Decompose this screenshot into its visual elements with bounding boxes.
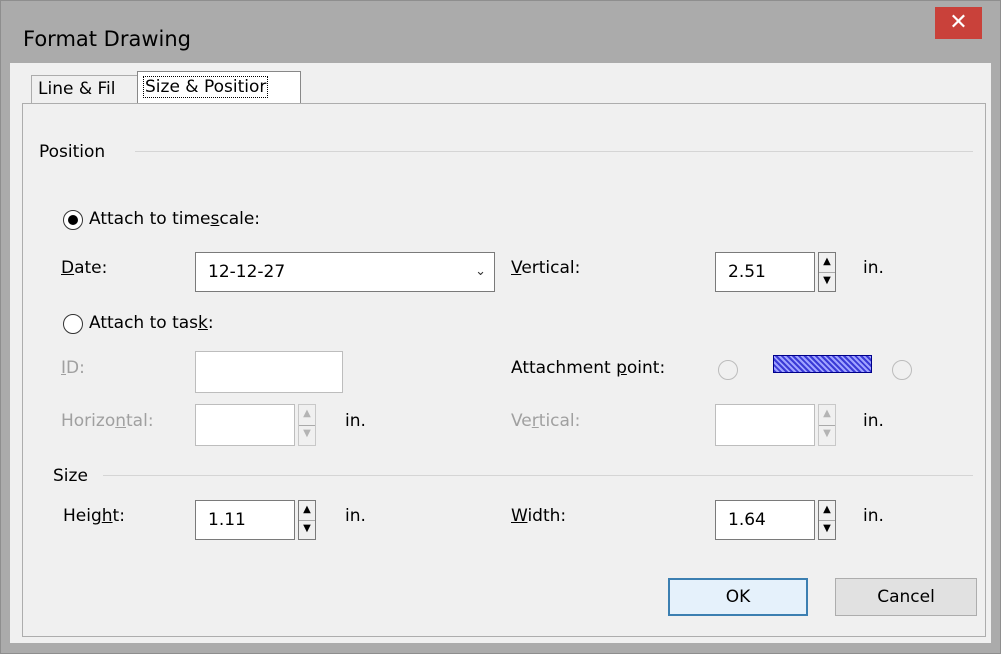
horizontal-spinner: ▲ ▼: [298, 404, 316, 446]
close-icon: ✕: [949, 10, 968, 35]
vertical-spinner[interactable]: ▲ ▼: [818, 252, 836, 292]
title-bar[interactable]: Format Drawing ✕: [1, 1, 1000, 63]
position-group-label: Position: [39, 142, 106, 162]
date-value: 12-12-27: [208, 262, 286, 282]
width-unit: in.: [863, 506, 884, 526]
attachment-point-right-radio: [892, 360, 912, 380]
height-unit: in.: [345, 506, 366, 526]
spin-up-icon[interactable]: ▲: [299, 501, 315, 521]
attachment-point-label: Attachment point:: [511, 358, 666, 378]
tab-line-fill[interactable]: Line & Fil: [31, 75, 147, 103]
vertical-task-input: [715, 404, 815, 446]
width-input[interactable]: 1.64: [715, 500, 815, 540]
dialog-title: Format Drawing: [23, 27, 191, 51]
width-spinner[interactable]: ▲ ▼: [818, 500, 836, 540]
horizontal-input: [195, 404, 295, 446]
spin-down-icon[interactable]: ▼: [819, 520, 835, 539]
attachment-shape-preview: [773, 355, 872, 373]
spin-up-icon[interactable]: ▲: [819, 253, 835, 273]
vertical-task-spinner: ▲ ▼: [818, 404, 836, 446]
attach-task-label[interactable]: Attach to task:: [89, 313, 214, 333]
id-input: [195, 351, 343, 393]
dialog-client-area: Line & Fil Size & Positior Position Atta…: [10, 63, 991, 643]
horizontal-unit: in.: [345, 411, 366, 431]
vertical-task-unit: in.: [863, 411, 884, 431]
tab-strip: Line & Fil Size & Positior: [10, 63, 991, 105]
attach-timescale-label[interactable]: Attach to timescale:: [89, 209, 260, 229]
date-label: Date:: [61, 258, 108, 278]
spin-down-icon: ▼: [823, 428, 831, 439]
attachment-point-left-radio: [718, 360, 738, 380]
close-button[interactable]: ✕: [935, 7, 982, 39]
ok-button[interactable]: OK: [668, 578, 808, 616]
spin-down-icon: ▼: [303, 428, 311, 439]
vertical-unit: in.: [863, 258, 884, 278]
tab-size-position[interactable]: Size & Positior: [137, 71, 301, 105]
tab-line-fill-label: Line & Fil: [38, 79, 116, 99]
date-dropdown[interactable]: 12-12-27 ⌄: [195, 252, 495, 292]
cancel-button[interactable]: Cancel: [835, 578, 977, 616]
height-label: Height:: [63, 506, 125, 526]
position-divider: [135, 151, 973, 152]
spin-up-icon: ▲: [299, 405, 315, 426]
horizontal-label: Horizontal:: [61, 411, 154, 431]
chevron-down-icon: ⌄: [475, 264, 486, 279]
size-position-panel: Position Attach to timescale: Date: 12-1…: [22, 103, 986, 637]
vertical-label: Vertical:: [511, 258, 581, 278]
size-group-label: Size: [53, 466, 88, 486]
vertical-task-label: Vertical:: [511, 411, 581, 431]
tab-size-position-label: Size & Positior: [142, 76, 269, 98]
format-drawing-dialog: Format Drawing ✕ Line & Fil Size & Posit…: [0, 0, 1001, 654]
spin-up-icon: ▲: [819, 405, 835, 426]
vertical-input[interactable]: 2.51: [715, 252, 815, 292]
spin-up-icon[interactable]: ▲: [819, 501, 835, 521]
attach-timescale-radio[interactable]: [63, 210, 83, 230]
height-input[interactable]: 1.11: [195, 500, 295, 540]
spin-down-icon[interactable]: ▼: [299, 520, 315, 539]
width-label: Width:: [511, 506, 567, 526]
spin-down-icon[interactable]: ▼: [819, 272, 835, 291]
height-spinner[interactable]: ▲ ▼: [298, 500, 316, 540]
size-divider: [103, 475, 973, 476]
attach-task-radio[interactable]: [63, 314, 83, 334]
id-label: ID:: [61, 358, 85, 378]
